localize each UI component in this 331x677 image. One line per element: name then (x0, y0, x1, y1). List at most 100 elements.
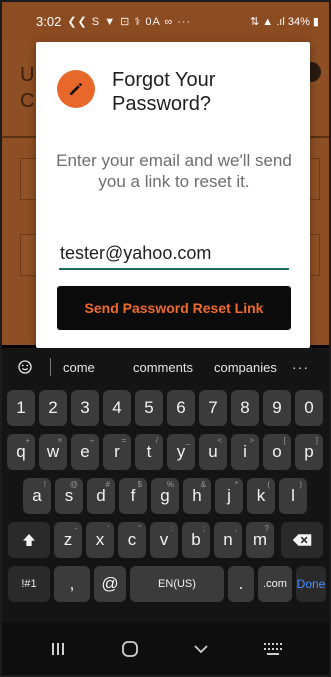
key-secondary-label: ( (267, 480, 270, 489)
key-secondary-label: - (74, 524, 77, 533)
done-key[interactable]: Done (296, 566, 326, 602)
keyboard-row-bottom: !#1 , @ EN(US) . .com Done (2, 562, 329, 606)
key-label: c (127, 530, 137, 549)
period-key[interactable]: . (228, 566, 254, 602)
back-icon[interactable] (181, 629, 221, 669)
key-label: i (243, 442, 247, 461)
keyboard-icon[interactable] (253, 629, 293, 669)
key-secondary-label: & (200, 480, 206, 489)
key-label: w (46, 442, 60, 461)
pencil-icon (57, 70, 95, 108)
key-secondary-label: ] (315, 436, 318, 445)
suggestion-item[interactable]: come (63, 360, 133, 375)
forgot-password-dialog: Forgot Your Password? Enter your email a… (36, 42, 310, 348)
more-suggestions-button[interactable]: ··· (292, 359, 309, 375)
key-2[interactable]: 2 (39, 390, 67, 426)
shift-icon[interactable] (8, 522, 50, 558)
key-label: m (252, 530, 268, 549)
key-9[interactable]: 9 (263, 390, 291, 426)
key-t[interactable]: t / (135, 434, 163, 470)
key-secondary-label: * (234, 480, 238, 489)
key-u[interactable]: u < (199, 434, 227, 470)
key-h[interactable]: h & (183, 478, 211, 514)
key-f[interactable]: f $ (119, 478, 147, 514)
key-label: 8 (240, 398, 250, 417)
key-secondary-label: + (25, 436, 30, 445)
suggestion-item[interactable]: companies (214, 360, 280, 375)
key-label: 9 (272, 398, 282, 417)
key-m[interactable]: m? (246, 522, 274, 558)
key-secondary-label: " (138, 524, 141, 533)
at-key[interactable]: @ (94, 566, 126, 602)
home-icon[interactable] (110, 629, 150, 669)
key-label: j (227, 486, 231, 505)
status-bar: 3:02 ❮❮ S ▼ ⊡ ⚕ 0A ∞ ··· ⇅ ▲ .ıl 34% ▮ (2, 2, 329, 40)
key-secondary-label: ? (264, 524, 269, 533)
emoji-icon[interactable] (16, 358, 46, 376)
key-y[interactable]: y _ (167, 434, 195, 470)
key-v[interactable]: v: (150, 522, 178, 558)
soft-keyboard: come comments companies ··· 123 45678 90 q… (2, 348, 329, 622)
symbols-key[interactable]: !#1 (8, 566, 50, 602)
key-r[interactable]: r = (103, 434, 131, 470)
key-j[interactable]: j * (215, 478, 243, 514)
recents-icon[interactable] (38, 629, 78, 669)
key-label: 3 (80, 398, 90, 417)
key-label: 1 (16, 398, 26, 417)
key-label: t (146, 442, 152, 461)
key-k[interactable]: k( (247, 478, 275, 514)
key-label: g (160, 486, 170, 505)
key-label: 4 (112, 398, 122, 417)
dialog-title: Forgot Your Password? (112, 69, 216, 115)
suggestion-bar: come comments companies ··· (2, 348, 329, 386)
key-label: 6 (176, 398, 186, 417)
key-label: a (32, 486, 42, 505)
key-z[interactable]: z- (54, 522, 82, 558)
key-label: z (63, 530, 73, 549)
key-secondary-label: ) (299, 480, 302, 489)
key-1[interactable]: 1 (7, 390, 35, 426)
key-s[interactable]: s @ (55, 478, 83, 514)
key-label: y (176, 442, 186, 461)
key-secondary-label: @ (69, 480, 78, 489)
send-reset-link-button[interactable]: Send Password Reset Link (57, 286, 291, 330)
key-c[interactable]: c " (118, 522, 146, 558)
key-secondary-label: _ (185, 436, 190, 445)
keyboard-row-zxcv: z - x ' c " v: b; n, m? (2, 518, 329, 562)
key-e[interactable]: e ÷ (71, 434, 99, 470)
key-d[interactable]: d # (87, 478, 115, 514)
device-frame: 3:02 ❮❮ S ▼ ⊡ ⚕ 0A ∞ ··· ⇅ ▲ .ıl 34% ▮ U… (0, 0, 331, 677)
space-key[interactable]: EN(US) (130, 566, 224, 602)
key-label: s (64, 486, 74, 505)
key-4[interactable]: 4 (103, 390, 131, 426)
key-0[interactable]: 0 (295, 390, 323, 426)
dotcom-key[interactable]: .com (258, 566, 292, 602)
key-5[interactable]: 5 (135, 390, 163, 426)
keyboard-row-numbers: 1 2 3 4 5 6 7 8 9 0 (2, 386, 329, 430)
key-w[interactable]: w × (39, 434, 67, 470)
key-i[interactable]: i > (231, 434, 259, 470)
email-field[interactable]: tester@yahoo.com (59, 238, 289, 270)
key-label: p (304, 442, 314, 461)
key-8[interactable]: 8 (231, 390, 259, 426)
key-secondary-label: > (249, 436, 254, 445)
key-secondary-label: / (155, 436, 158, 445)
key-a[interactable]: a! (23, 478, 51, 514)
key-secondary-label: , (234, 524, 237, 533)
key-3[interactable]: 3 (71, 390, 99, 426)
key-7[interactable]: 7 (199, 390, 227, 426)
suggestion-separator (50, 358, 51, 376)
key-label: r (114, 442, 120, 461)
key-l[interactable]: l) (279, 478, 307, 514)
key-q[interactable]: q + (7, 434, 35, 470)
backspace-icon[interactable] (281, 522, 323, 558)
key-6[interactable]: 6 (167, 390, 195, 426)
key-o[interactable]: o[ (263, 434, 291, 470)
comma-key[interactable]: , (54, 566, 90, 602)
key-n[interactable]: n, (214, 522, 242, 558)
key-g[interactable]: g% (151, 478, 179, 514)
key-b[interactable]: b; (182, 522, 210, 558)
key-p[interactable]: p] (295, 434, 323, 470)
suggestion-item[interactable]: comments (133, 360, 214, 375)
key-x[interactable]: x ' (86, 522, 114, 558)
